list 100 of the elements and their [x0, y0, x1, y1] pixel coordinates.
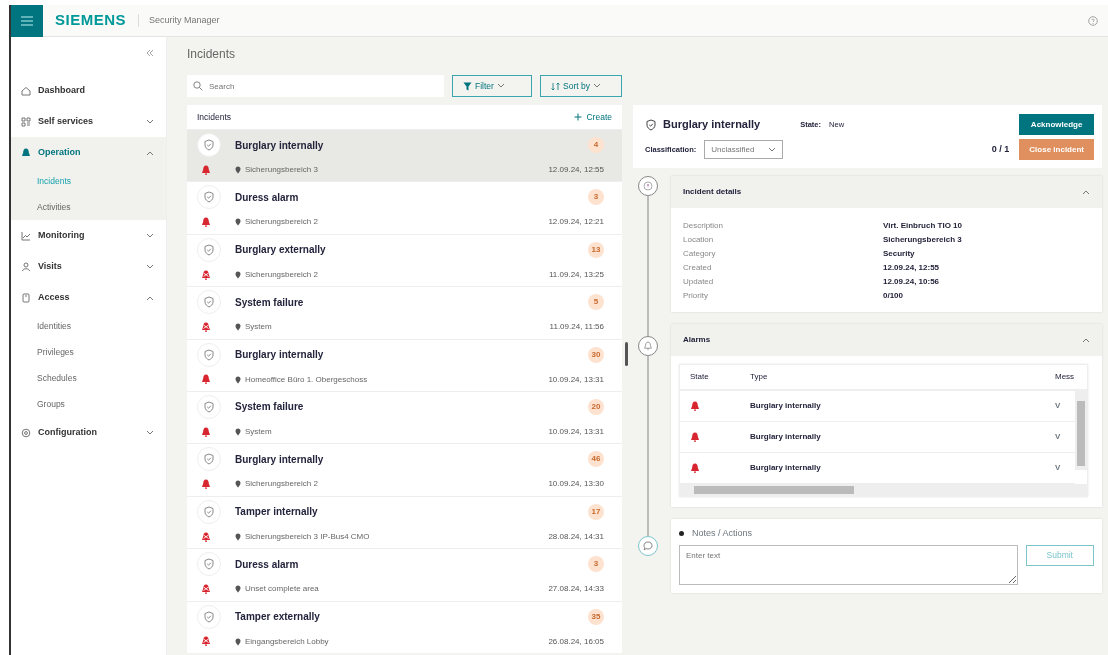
create-link[interactable]: Create	[574, 110, 612, 124]
pin-icon	[235, 480, 241, 489]
sidebar-subitem[interactable]: Groups	[11, 391, 166, 417]
sidebar-subitem[interactable]: Activities	[11, 194, 166, 220]
incident-title: Burglary externally	[235, 243, 327, 258]
collapse-icon[interactable]	[146, 49, 154, 57]
pin-icon	[235, 323, 241, 332]
shield-icon	[197, 604, 221, 629]
notes-field[interactable]: Enter text	[679, 544, 1018, 585]
incident-location: Sicherungsbereich 3 IP-Bus4 CMO	[245, 530, 370, 543]
chevron-down-icon	[146, 118, 154, 125]
incident-title: Burglary internally	[235, 348, 325, 363]
chevron-up-icon[interactable]	[1082, 189, 1090, 195]
chevron-up-icon	[146, 294, 154, 301]
acknowledge-button[interactable]: Acknowledge	[1019, 114, 1094, 135]
column-header[interactable]: State	[690, 371, 750, 383]
table-cell-text: V	[1055, 462, 1062, 474]
incident-time: 26.08.24, 16:05	[548, 635, 604, 648]
sort-button[interactable]: Sort by	[540, 75, 622, 97]
chat-step-icon	[638, 536, 658, 556]
count-badge: 5	[588, 294, 604, 311]
field-value: 12.09.24, 12:55	[883, 262, 941, 274]
table-cell-text: V	[1055, 400, 1062, 412]
home-icon	[21, 85, 31, 96]
incident-title: System failure	[235, 400, 305, 415]
chevron-down-icon[interactable]	[496, 83, 505, 89]
classification-select[interactable]: Unclassified	[704, 140, 784, 159]
incident-title: Burglary internally	[235, 452, 325, 467]
sidebar-item[interactable]: Configuration	[11, 417, 166, 448]
count-badge: 20	[588, 398, 604, 415]
incident-location: System	[245, 425, 272, 438]
sidebar-item[interactable]: Self services	[11, 106, 166, 137]
chevron-down-icon	[146, 429, 154, 436]
count-badge: 17	[588, 503, 604, 520]
app-title: Security Manager	[138, 13, 220, 28]
sidebar-item[interactable]: Dashboard	[11, 75, 166, 106]
sidebar-item[interactable]: Operation	[11, 137, 166, 168]
menu-button[interactable]	[11, 4, 43, 37]
shield-icon	[197, 185, 221, 210]
field-value: Virt. Einbruch TIO 10	[883, 220, 963, 232]
shield-icon	[197, 394, 221, 419]
pin-icon	[235, 585, 241, 594]
pin-icon	[235, 166, 241, 174]
progress-count: 0 / 1	[991, 142, 1010, 156]
incident-time: 27.08.24, 14:33	[548, 583, 604, 596]
table-cell-text: V	[1055, 431, 1062, 443]
pin-icon	[235, 637, 241, 646]
sidebar-subitem[interactable]: Privileges	[11, 339, 166, 365]
pin-icon	[235, 375, 241, 384]
page-title: Incidents	[187, 46, 237, 63]
incident-row[interactable]: Burglary internally 4 Sicherungsbereich 3 12.09.24, 12:55	[187, 129, 622, 182]
count-badge: 13	[588, 241, 604, 258]
pin-icon	[235, 532, 241, 541]
person-icon	[21, 261, 31, 272]
pin-icon	[235, 427, 241, 436]
shield-icon	[197, 342, 221, 367]
shield-icon	[197, 499, 221, 524]
incident-time: 10.09.24, 13:30	[548, 478, 604, 491]
panel-header[interactable]: Alarms	[671, 324, 1102, 356]
sidebar-item[interactable]: Visits	[11, 251, 166, 282]
column-header[interactable]: Mess	[1055, 371, 1075, 383]
pin-icon	[235, 218, 241, 227]
shield-icon	[197, 552, 221, 577]
sidebar-subitem[interactable]: Schedules	[11, 365, 166, 391]
chevron-up-icon[interactable]	[1082, 337, 1090, 343]
filter-button[interactable]: Filter	[452, 75, 532, 97]
incident-location: Sicherungsbereich 2	[245, 478, 318, 491]
incident-location: Sicherungsbereich 2	[245, 216, 318, 229]
search-icon	[193, 81, 203, 91]
shield-icon	[197, 237, 221, 262]
incident-location: Eingangsbereich Lobby	[245, 635, 329, 648]
sidebar-subitem[interactable]: Identities	[11, 313, 166, 339]
chart-icon	[21, 230, 31, 241]
incident-title: Tamper internally	[235, 505, 319, 520]
incident-title: Duress alarm	[235, 190, 300, 205]
grid-icon	[21, 116, 31, 127]
incident-location: System	[245, 321, 272, 334]
search-field[interactable]: Search	[187, 75, 444, 97]
horizontal-scrollbar[interactable]	[680, 484, 1087, 496]
field-label: Category	[683, 248, 717, 260]
vertical-scrollbar[interactable]	[1075, 391, 1087, 470]
filter-icon	[463, 81, 472, 91]
sidebar-item[interactable]: Monitoring	[11, 220, 166, 251]
scrollbar-thumb[interactable]	[625, 342, 628, 366]
chevron-down-icon[interactable]	[768, 146, 777, 153]
sidebar-item[interactable]: Access	[11, 282, 166, 313]
shield-icon	[197, 447, 221, 472]
bell-step-icon	[638, 336, 658, 356]
incident-time: 10.09.24, 13:31	[548, 425, 604, 438]
field-value: Sicherungsbereich 3	[883, 234, 963, 246]
help-icon[interactable]	[1088, 15, 1098, 26]
incident-title: Duress alarm	[235, 557, 300, 572]
field-value: 12.09.24, 10:56	[883, 276, 941, 288]
panel-header[interactable]: Incident details	[671, 176, 1102, 208]
column-header[interactable]: Type	[750, 371, 1055, 383]
pin-icon	[235, 270, 241, 279]
chevron-down-icon[interactable]	[592, 83, 601, 89]
count-badge: 30	[588, 346, 604, 363]
table-cell-text: Burglary internally	[750, 400, 822, 412]
gear-icon	[21, 427, 31, 438]
